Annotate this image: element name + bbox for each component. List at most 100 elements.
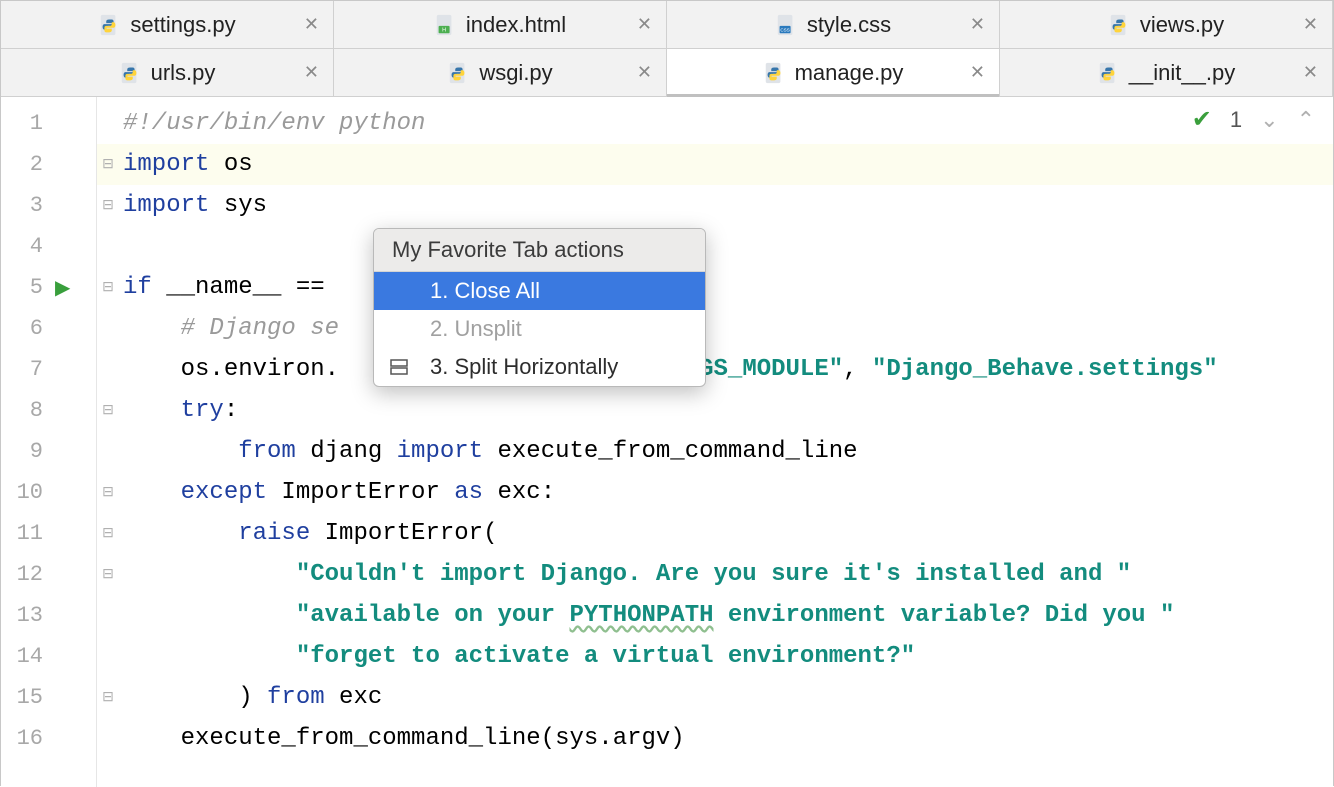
tab-label: style.css: [807, 12, 891, 38]
popup-item: 2. Unsplit: [374, 310, 705, 348]
menu-item-label: 2. Unsplit: [420, 316, 522, 342]
file-icon: [119, 62, 141, 84]
code-line[interactable]: ⊟ "Couldn't import Django. Are you sure …: [97, 554, 1333, 595]
gutter-line[interactable]: 1: [1, 103, 96, 144]
line-number: 12: [1, 562, 43, 587]
close-icon[interactable]: ✕: [637, 62, 652, 83]
gutter-line[interactable]: 3: [1, 185, 96, 226]
tab-wsgi-py[interactable]: wsgi.py ✕: [334, 49, 667, 96]
code-line[interactable]: "available on your PYTHONPATH environmen…: [97, 595, 1333, 636]
tab-label: manage.py: [795, 60, 904, 86]
menu-item-label: 1. Close All: [420, 278, 540, 304]
gutter-line[interactable]: 2: [1, 144, 96, 185]
tab-label: __init__.py: [1129, 60, 1235, 86]
line-number: 15: [1, 685, 43, 710]
popup-title: My Favorite Tab actions: [374, 229, 705, 272]
line-number: 10: [1, 480, 43, 505]
tab-row-1: settings.py✕Hindex.html✕CSSstyle.css✕vie…: [1, 1, 1333, 49]
close-icon[interactable]: ✕: [970, 62, 985, 83]
menu-item-icon: [388, 358, 410, 376]
tab-row-2: urls.py✕ wsgi.py ✕ manage.py ✕ __init__.py ✕: [1, 49, 1333, 97]
tab-bar: settings.py✕Hindex.html✕CSSstyle.css✕vie…: [1, 1, 1333, 97]
gutter-line[interactable]: 15: [1, 677, 96, 718]
close-icon[interactable]: ✕: [970, 14, 985, 35]
fold-icon[interactable]: ⊟: [99, 402, 117, 420]
code-line[interactable]: #!/usr/bin/env python: [97, 103, 1333, 144]
gutter-line[interactable]: 7: [1, 349, 96, 390]
fold-icon[interactable]: ⊟: [99, 566, 117, 584]
file-icon: [98, 14, 120, 36]
close-icon[interactable]: ✕: [1303, 62, 1318, 83]
fold-icon[interactable]: ⊟: [99, 689, 117, 707]
line-number: 2: [1, 152, 43, 177]
gutter-line[interactable]: 14: [1, 636, 96, 677]
code-line[interactable]: execute_from_command_line(sys.argv): [97, 718, 1333, 759]
tab-manage-py[interactable]: manage.py ✕: [667, 49, 1000, 96]
gutter-line[interactable]: 4: [1, 226, 96, 267]
tab-label: wsgi.py: [479, 60, 552, 86]
tab-index-html[interactable]: Hindex.html ✕: [334, 1, 667, 48]
code-line[interactable]: ⊟ raise ImportError(: [97, 513, 1333, 554]
file-icon: CSS: [775, 14, 797, 36]
gutter-line[interactable]: 6: [1, 308, 96, 349]
gutter-line[interactable]: 11: [1, 513, 96, 554]
fold-icon[interactable]: ⊟: [99, 197, 117, 215]
gutter-line[interactable]: 12: [1, 554, 96, 595]
gutter-line[interactable]: 16: [1, 718, 96, 759]
code-line[interactable]: ⊟ except ImportError as exc:: [97, 472, 1333, 513]
line-number: 8: [1, 398, 43, 423]
close-icon[interactable]: ✕: [304, 62, 319, 83]
tab-urls-py[interactable]: urls.py✕: [1, 49, 334, 96]
close-icon[interactable]: ✕: [637, 14, 652, 35]
gutter-line[interactable]: 8: [1, 390, 96, 431]
code-line[interactable]: [97, 226, 1333, 267]
tab-label: index.html: [466, 12, 566, 38]
popup-item[interactable]: 1. Close All: [374, 272, 705, 310]
code-area[interactable]: ✔ 1 ⌄ ⌃ #!/usr/bin/env python⊟import os⊟…: [97, 97, 1333, 787]
line-number: 13: [1, 603, 43, 628]
file-icon: [1108, 14, 1130, 36]
gutter-line[interactable]: 13: [1, 595, 96, 636]
code-line[interactable]: ⊟ try:: [97, 390, 1333, 431]
popup-item[interactable]: 3. Split Horizontally: [374, 348, 705, 386]
editor: 12345▶678910111213141516 ✔ 1 ⌄ ⌃ #!/usr/…: [1, 97, 1333, 787]
code-line[interactable]: "forget to activate a virtual environmen…: [97, 636, 1333, 677]
line-number: 16: [1, 726, 43, 751]
line-number: 1: [1, 111, 43, 136]
fold-icon[interactable]: ⊟: [99, 156, 117, 174]
line-number: 5: [1, 275, 43, 300]
code-line[interactable]: from djang import execute_from_command_l…: [97, 431, 1333, 472]
code-line[interactable]: ⊟ ) from exc: [97, 677, 1333, 718]
line-number: 3: [1, 193, 43, 218]
line-number: 14: [1, 644, 43, 669]
line-number: 6: [1, 316, 43, 341]
fold-icon[interactable]: ⊟: [99, 525, 117, 543]
tab-views-py[interactable]: views.py ✕: [1000, 1, 1333, 48]
fold-icon[interactable]: ⊟: [99, 484, 117, 502]
tab-__init__-py[interactable]: __init__.py ✕: [1000, 49, 1333, 96]
run-icon[interactable]: ▶: [55, 275, 70, 301]
gutter-line[interactable]: 9: [1, 431, 96, 472]
line-number: 4: [1, 234, 43, 259]
file-icon: [1097, 62, 1119, 84]
code-line[interactable]: ⊟import os: [97, 144, 1333, 185]
menu-item-label: 3. Split Horizontally: [420, 354, 618, 380]
gutter-line[interactable]: 10: [1, 472, 96, 513]
tab-label: views.py: [1140, 12, 1224, 38]
code-line[interactable]: # Django se: [97, 308, 1333, 349]
tab-settings-py[interactable]: settings.py ✕: [1, 1, 334, 48]
tab-style-css[interactable]: CSS style.css ✕: [667, 1, 1000, 48]
close-icon[interactable]: ✕: [1303, 14, 1318, 35]
line-number: 7: [1, 357, 43, 382]
code-line[interactable]: os.environ. TTINGS_MODULE", "Django_Beha…: [97, 349, 1333, 390]
gutter-line[interactable]: 5▶: [1, 267, 96, 308]
file-icon: H: [434, 14, 456, 36]
code-line[interactable]: ⊟if __name__ ==: [97, 267, 1333, 308]
tab-label: settings.py: [130, 12, 235, 38]
line-number: 9: [1, 439, 43, 464]
fold-icon[interactable]: ⊟: [99, 279, 117, 297]
svg-text:H: H: [442, 27, 446, 33]
close-icon[interactable]: ✕: [304, 14, 319, 35]
svg-text:CSS: CSS: [780, 27, 789, 32]
code-line[interactable]: ⊟import sys: [97, 185, 1333, 226]
